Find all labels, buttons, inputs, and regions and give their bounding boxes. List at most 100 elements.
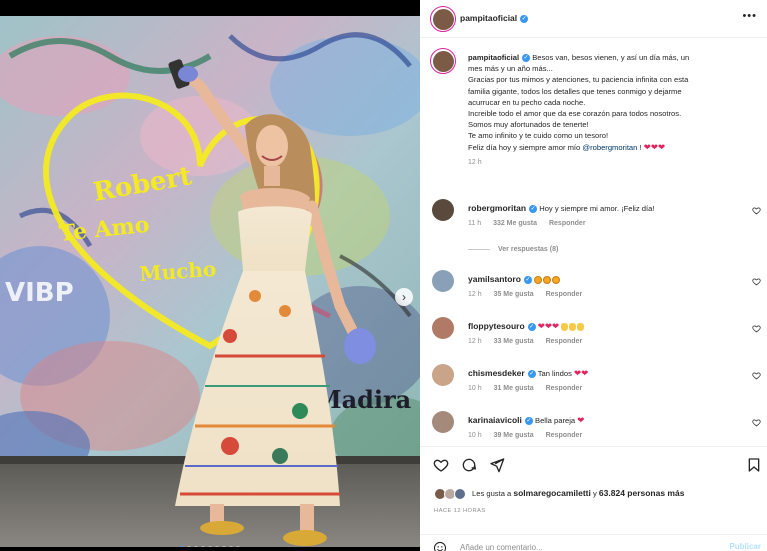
reply-button[interactable]: Responder: [549, 220, 586, 227]
caption-text: pampitaoficial ✓ Besos van, besos vienen,…: [468, 52, 758, 168]
author-avatar[interactable]: [430, 6, 456, 32]
likes-prefix: Les gusta a: [472, 489, 512, 498]
red-heart-emoji: ❤❤❤: [537, 321, 560, 331]
verified-icon: ✓: [529, 205, 538, 213]
caption-line: Increible todo el amor que da ese corazó…: [468, 109, 682, 119]
verified-icon: ✓: [522, 54, 531, 62]
carousel-dots: [0, 546, 420, 547]
caption-line: Besos van, besos vienen, y así un día má…: [532, 53, 690, 62]
caption-hearts: ❤❤❤: [643, 141, 666, 152]
carousel-dot: [187, 546, 191, 547]
heart-icon[interactable]: [752, 324, 761, 333]
likes-mid: y: [593, 489, 597, 498]
comment-meta: 11 h 332 Me gusta Responder: [468, 220, 596, 227]
caption-suffix: !: [639, 142, 642, 152]
comment-icon[interactable]: [461, 457, 477, 473]
heart-eyes-emoji: [534, 276, 543, 284]
carousel-dot: [180, 546, 184, 547]
save-icon[interactable]: [746, 457, 762, 473]
instagram-post-window: Robert Te Amo Mucho Madira VIBP › pampit…: [0, 0, 767, 551]
comment-likes[interactable]: 332 Me gusta: [493, 220, 537, 227]
verified-icon: ✓: [523, 276, 532, 284]
commenter-avatar[interactable]: [432, 270, 454, 292]
post-header: pampitaoficial ✓ •••: [420, 0, 767, 38]
commenter-username[interactable]: chismesdeker: [468, 368, 525, 378]
comment-likes[interactable]: 33 Me gusta: [494, 338, 534, 345]
share-icon[interactable]: [489, 457, 505, 473]
more-icon[interactable]: •••: [742, 10, 757, 22]
post-actions: Les gusta a solmaregocamiletti y 63.824 …: [420, 446, 767, 551]
caption-line: Gracias por tus mimos y atenciones, tu p…: [468, 75, 689, 85]
verified-icon: ✓: [527, 370, 536, 378]
caption-line: mes más y un año más...: [468, 64, 553, 74]
reply-button[interactable]: Responder: [546, 291, 583, 298]
post-timestamp[interactable]: HACE 12 HORAS: [434, 508, 486, 514]
commenter-username[interactable]: yamilsantoro: [468, 274, 521, 284]
carousel-dot: [229, 546, 233, 547]
carousel-dot: [208, 546, 212, 547]
comment-time: 12 h: [468, 338, 482, 345]
graffiti-vibp: VIBP: [5, 278, 74, 308]
caption-time: 12 h: [468, 158, 482, 166]
clap-emoji: [577, 323, 585, 331]
publish-button[interactable]: Publicar: [729, 542, 761, 551]
comment-line: karinaiavicoli ✓ Bella pareja ❤: [468, 415, 584, 426]
caption-mention[interactable]: @robergmoritan: [582, 143, 637, 152]
comment-line: robergmoritan ✓ Hoy y siempre mi amor. ¡F…: [468, 203, 654, 213]
likes-count[interactable]: 63.824 personas más: [599, 488, 685, 498]
author-username[interactable]: pampitaoficial: [460, 13, 517, 23]
caption-line: Te amo infinito y te cuido como un tesor…: [468, 131, 609, 141]
comment-likes[interactable]: 39 Me gusta: [494, 432, 534, 439]
commenter-username[interactable]: floppytesouro: [468, 321, 525, 331]
commenter-username[interactable]: robergmoritan: [468, 203, 526, 213]
comment-likes[interactable]: 31 Me gusta: [494, 385, 534, 392]
heart-icon[interactable]: [752, 206, 761, 215]
commenter-avatar[interactable]: [432, 199, 454, 221]
heart-icon[interactable]: [752, 371, 761, 380]
comment-input[interactable]: [460, 540, 700, 551]
comment-line: floppytesouro ✓ ❤❤❤: [468, 321, 585, 332]
heart-icon[interactable]: [752, 418, 761, 427]
replies-divider: [468, 248, 490, 250]
view-replies-button[interactable]: Ver respuestas (8): [468, 246, 558, 253]
chevron-right-icon: ›: [402, 290, 406, 304]
view-replies-label: Ver respuestas (8): [498, 246, 559, 253]
comment-time: 10 h: [468, 385, 482, 392]
carousel-dot: [236, 546, 240, 547]
heart-icon[interactable]: [752, 277, 761, 286]
commenter-username[interactable]: karinaiavicoli: [468, 415, 522, 425]
commenter-avatar[interactable]: [432, 411, 454, 433]
caption-line: acurrucar en tu pecho cada noche.: [468, 97, 586, 107]
heart-eyes-emoji: [552, 276, 561, 284]
comment-item: floppytesouro ✓ ❤❤❤ 12 h 33 Me gusta Resp…: [420, 317, 767, 363]
likes-user[interactable]: solmaregocamiletti: [513, 488, 590, 498]
reply-button[interactable]: Responder: [546, 338, 583, 345]
caption-line: Somos muy afortunados de tenerte!: [468, 120, 589, 130]
red-heart-emoji: ❤: [577, 415, 585, 425]
reply-button[interactable]: Responder: [546, 432, 583, 439]
comment-time: 12 h: [468, 291, 482, 298]
post-photo[interactable]: Robert Te Amo Mucho Madira VIBP ›: [0, 16, 420, 547]
comment-text: Bella pareja: [535, 416, 576, 425]
comment-text: Hoy y siempre mi amor. ¡Feliz día!: [539, 204, 655, 213]
caption-username[interactable]: pampitaoficial: [468, 53, 519, 62]
liker-avatars: [434, 488, 468, 500]
photo-illustration: Robert Te Amo Mucho Madira VIBP: [0, 16, 420, 547]
commenter-avatar[interactable]: [432, 317, 454, 339]
smile-icon[interactable]: [433, 541, 447, 551]
comment-likes[interactable]: 35 Me gusta: [494, 291, 534, 298]
comment-item: robergmoritan ✓ Hoy y siempre mi amor. ¡F…: [420, 199, 767, 245]
likes-summary: Les gusta a solmaregocamiletti y 63.824 …: [434, 488, 684, 500]
caption-avatar[interactable]: [430, 48, 456, 74]
comment-time: 10 h: [468, 432, 482, 439]
comment-time: 11 h: [468, 220, 482, 227]
heart-icon[interactable]: [433, 457, 449, 473]
comment-meta: 10 h 31 Me gusta Responder: [468, 385, 592, 392]
reply-button[interactable]: Responder: [546, 385, 583, 392]
commenter-avatar[interactable]: [432, 364, 454, 386]
clap-emoji: [561, 323, 569, 331]
add-comment-bar: Publicar: [420, 534, 767, 551]
carousel-next-button[interactable]: ›: [395, 288, 413, 306]
comment-meta: 10 h 39 Me gusta Responder: [468, 432, 592, 439]
verified-icon: ✓: [524, 417, 533, 425]
